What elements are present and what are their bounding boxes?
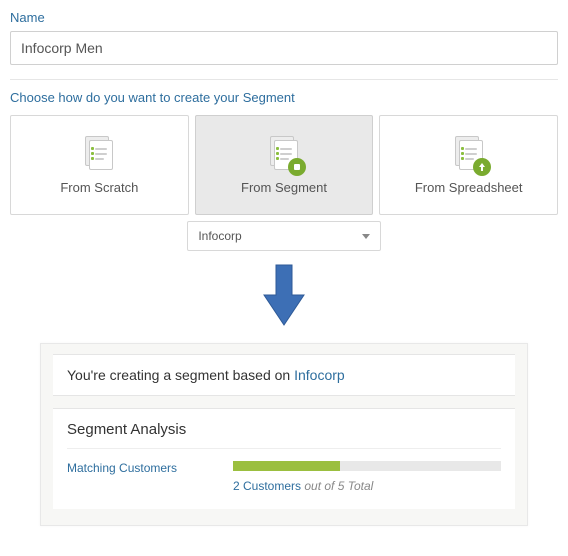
upload-badge-icon	[473, 158, 491, 176]
divider	[10, 79, 558, 80]
result-panel: You're creating a segment based on Infoc…	[40, 343, 528, 526]
source-segment-dropdown[interactable]: Infocorp	[187, 221, 380, 251]
base-segment-link[interactable]: Infocorp	[294, 367, 345, 383]
segment-badge-icon	[288, 158, 306, 176]
segment-name-input[interactable]	[10, 31, 558, 65]
matching-customers-label: Matching Customers	[67, 461, 217, 475]
option-label: From Spreadsheet	[415, 180, 523, 195]
option-from-spreadsheet[interactable]: From Spreadsheet	[379, 115, 558, 215]
arrow-down-icon	[260, 263, 308, 327]
analysis-title: Segment Analysis	[67, 421, 501, 449]
progress-caption: 2 Customers out of 5 Total	[233, 479, 501, 493]
dropdown-selected-value: Infocorp	[198, 229, 241, 243]
flow-arrow	[10, 263, 558, 327]
option-from-scratch[interactable]: From Scratch	[10, 115, 189, 215]
matching-count: 2 Customers	[233, 479, 301, 493]
creation-info: You're creating a segment based on Infoc…	[53, 354, 515, 396]
segment-analysis: Segment Analysis Matching Customers 2 Cu…	[53, 408, 515, 509]
chevron-down-icon	[362, 234, 370, 239]
progress-bar	[233, 461, 501, 471]
option-label: From Scratch	[60, 180, 138, 195]
document-icon	[85, 136, 113, 170]
choose-method-label: Choose how do you want to create your Se…	[10, 90, 558, 105]
info-text: You're creating a segment based on	[67, 367, 294, 383]
document-upload-icon	[455, 136, 483, 170]
total-count: out of 5 Total	[301, 479, 373, 493]
document-segment-icon	[270, 136, 298, 170]
option-from-segment[interactable]: From Segment	[195, 115, 374, 215]
progress-bar-fill	[233, 461, 340, 471]
creation-method-cards: From Scratch From Segment From Spreadshe…	[10, 115, 558, 215]
option-label: From Segment	[241, 180, 327, 195]
name-label: Name	[10, 10, 558, 25]
